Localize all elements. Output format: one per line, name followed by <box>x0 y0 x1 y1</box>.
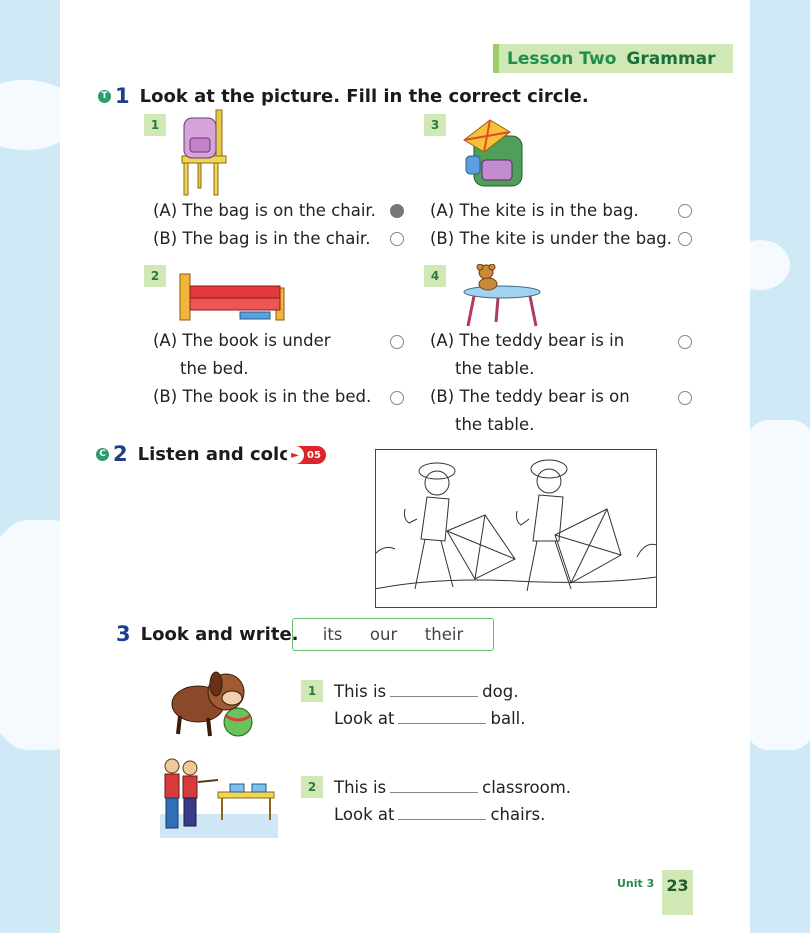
word-bank: its our their <box>292 618 494 651</box>
section-title: Listen and color. <box>137 443 305 465</box>
question-number: 2 <box>144 265 166 287</box>
section-number: 2 <box>113 442 128 466</box>
section-3-heading: 3 Look and write. <box>116 622 299 646</box>
lesson-header: Lesson Two Grammar <box>493 44 733 73</box>
sentence-line: This is dog. <box>334 678 518 705</box>
section-title: Look at the picture. Fill in the correct… <box>139 85 589 107</box>
option-2a-continued: the bed. <box>180 359 249 378</box>
question-number: 3 <box>424 114 446 136</box>
section-number: 1 <box>115 84 130 108</box>
option-1b: (B) The bag is in the chair. <box>153 229 371 248</box>
section-1-heading: T 1 Look at the picture. Fill in the cor… <box>98 84 589 108</box>
word-bank-item: their <box>424 625 464 644</box>
sentence-end: chairs. <box>490 805 546 824</box>
sentence-line: Look at chairs. <box>334 801 545 828</box>
word-bank-item: our <box>369 625 398 644</box>
unit-label: Unit 3 <box>617 877 655 890</box>
page-number: 23 <box>662 870 693 915</box>
answer-circle-1b[interactable] <box>390 232 404 246</box>
answer-circle-2b[interactable] <box>390 391 404 405</box>
option-2b: (B) The book is in the bed. <box>153 387 372 406</box>
word-bank-item: its <box>322 625 343 644</box>
option-1a: (A) The bag is on the chair. <box>153 201 376 220</box>
section-number: 3 <box>116 622 131 646</box>
answer-circle-1a[interactable] <box>390 204 404 218</box>
question-number: 1 <box>144 114 166 136</box>
question-number: 2 <box>301 776 323 798</box>
section-2-heading: C 2 Listen and color. <box>96 442 305 466</box>
teddy-bear-on-table-picture <box>463 264 541 327</box>
answer-circle-2a[interactable] <box>390 335 404 349</box>
answer-blank[interactable] <box>398 805 487 820</box>
sentence-start: Look at <box>334 709 395 728</box>
question-number: 1 <box>301 680 323 702</box>
lesson-label: Lesson Two <box>507 48 617 69</box>
sentence-end: dog. <box>482 682 519 701</box>
sentence-line: This is classroom. <box>334 774 571 801</box>
sentence-start: This is <box>334 682 387 701</box>
sentence-line: Look at ball. <box>334 705 525 732</box>
kite-in-bag-picture <box>463 119 523 187</box>
question-number: 4 <box>424 265 446 287</box>
answer-circle-4a[interactable] <box>678 335 692 349</box>
option-4a: (A) The teddy bear is in <box>430 331 625 350</box>
dog-with-ball-picture <box>171 671 253 737</box>
option-3b: (B) The kite is under the bag. <box>430 229 672 248</box>
sentence-start: This is <box>334 778 387 797</box>
lesson-topic: Grammar <box>626 48 716 69</box>
section-title: Look and write. <box>140 623 299 645</box>
book-under-bed-picture <box>179 273 285 321</box>
color-icon: C <box>96 447 109 461</box>
option-2a: (A) The book is under <box>153 331 331 350</box>
answer-blank[interactable] <box>398 709 487 724</box>
sentence-end: classroom. <box>482 778 572 797</box>
option-4b-continued: the table. <box>455 415 535 434</box>
bag-on-chair-picture <box>181 109 227 196</box>
answer-circle-4b[interactable] <box>678 391 692 405</box>
test-icon: T <box>98 89 111 103</box>
sentence-start: Look at <box>334 805 395 824</box>
speaker-icon: ► <box>286 446 304 464</box>
audio-track-button[interactable]: ► 05 <box>286 446 326 464</box>
kids-with-kites-picture <box>375 449 657 608</box>
answer-blank[interactable] <box>390 682 479 697</box>
answer-circle-3b[interactable] <box>678 232 692 246</box>
kids-in-classroom-picture <box>160 758 278 838</box>
option-3a: (A) The kite is in the bag. <box>430 201 639 220</box>
option-4b: (B) The teddy bear is on <box>430 387 630 406</box>
answer-blank[interactable] <box>390 778 479 793</box>
sentence-end: ball. <box>490 709 526 728</box>
answer-circle-3a[interactable] <box>678 204 692 218</box>
audio-track-number: 05 <box>307 449 321 461</box>
option-4a-continued: the table. <box>455 359 535 378</box>
